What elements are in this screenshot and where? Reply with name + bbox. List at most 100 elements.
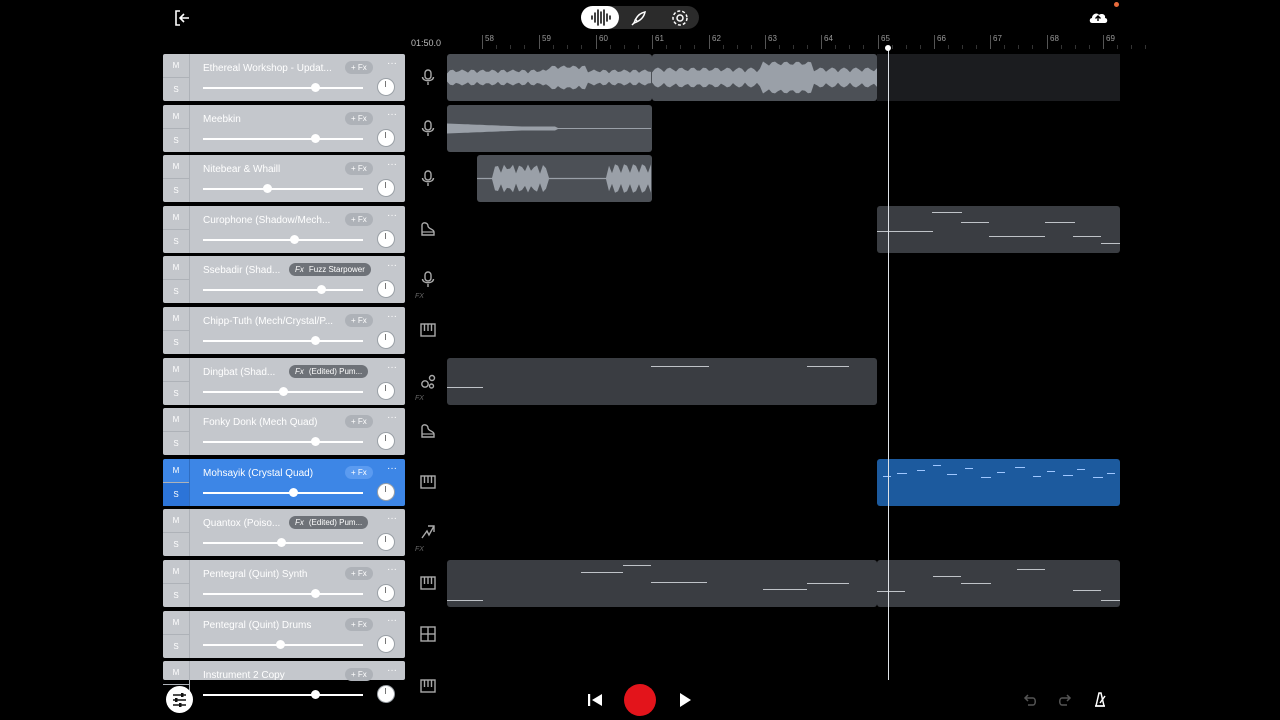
track-name[interactable]: Ethereal Workshop - Updat... (203, 63, 332, 74)
keyboard-icon[interactable] (419, 574, 437, 592)
pan-knob[interactable] (377, 584, 395, 602)
solo-button[interactable]: S (163, 584, 189, 607)
audio-clip[interactable] (447, 54, 652, 101)
track-header[interactable]: M S Curophone (Shadow/Mech... + Fx ··· (163, 206, 405, 253)
solo-button[interactable]: S (163, 635, 189, 658)
add-fx-button[interactable]: + Fx (345, 618, 373, 631)
mute-button[interactable]: M (163, 105, 189, 129)
sampler-icon[interactable] (419, 372, 437, 390)
pan-knob[interactable] (377, 635, 395, 653)
mute-button[interactable]: M (163, 611, 189, 635)
pan-knob[interactable] (377, 533, 395, 551)
track-name[interactable]: Mohsayik (Crystal Quad) (203, 468, 313, 479)
pan-knob[interactable] (377, 230, 395, 248)
pan-knob[interactable] (377, 331, 395, 349)
pan-knob[interactable] (377, 382, 395, 400)
volume-slider[interactable] (203, 340, 363, 342)
midi-clip[interactable] (877, 206, 1120, 253)
keyboard-icon[interactable] (419, 473, 437, 491)
add-fx-button[interactable]: + Fx (345, 162, 373, 175)
mic-icon[interactable] (419, 119, 437, 137)
effect-chip[interactable]: Fx (Edited) Pum... (289, 365, 369, 378)
more-options-icon[interactable]: ··· (387, 362, 397, 373)
mute-button[interactable]: M (163, 661, 189, 685)
add-fx-button[interactable]: + Fx (345, 466, 373, 479)
volume-slider-thumb[interactable] (317, 285, 326, 294)
volume-slider-thumb[interactable] (277, 538, 286, 547)
volume-slider[interactable] (203, 188, 363, 190)
more-options-icon[interactable]: ··· (387, 564, 397, 575)
piano-icon[interactable] (419, 422, 437, 440)
metronome-icon[interactable] (1091, 691, 1109, 708)
volume-slider[interactable] (203, 239, 363, 241)
solo-button[interactable]: S (163, 533, 189, 556)
track-header[interactable]: M S Ssebadir (Shad... Fx Fuzz Starpower ··· (163, 256, 405, 303)
volume-slider[interactable] (203, 87, 363, 89)
mute-button[interactable]: M (163, 459, 189, 483)
more-options-icon[interactable]: ··· (387, 412, 397, 423)
track-header[interactable]: M S Quantox (Poiso... Fx (Edited) Pum... ··· (163, 509, 405, 556)
volume-slider[interactable] (203, 138, 363, 140)
mic-icon[interactable] (419, 68, 437, 86)
keyboard-icon[interactable] (419, 321, 437, 339)
solo-button[interactable]: S (163, 483, 189, 506)
more-options-icon[interactable]: ··· (387, 260, 397, 271)
pan-knob[interactable] (377, 280, 395, 298)
more-options-icon[interactable]: ··· (387, 311, 397, 322)
more-options-icon[interactable]: ··· (387, 513, 397, 524)
mic-icon[interactable] (419, 270, 437, 288)
pan-knob[interactable] (377, 483, 395, 501)
pan-knob[interactable] (377, 432, 395, 450)
piano-icon[interactable] (419, 220, 437, 238)
track-header[interactable]: M S Chipp-Tuth (Mech/Crystal/P... + Fx ··· (163, 307, 405, 354)
solo-button[interactable]: S (163, 179, 189, 202)
skip-back-icon[interactable] (586, 692, 604, 708)
exit-icon[interactable] (172, 8, 192, 28)
midi-clip[interactable] (447, 358, 877, 405)
solo-button[interactable]: S (163, 230, 189, 253)
mute-button[interactable]: M (163, 509, 189, 533)
midi-clip[interactable] (447, 560, 877, 607)
volume-slider[interactable] (203, 289, 363, 291)
cloud-upload-icon[interactable] (1087, 8, 1109, 28)
playhead[interactable] (888, 48, 889, 680)
volume-slider-thumb[interactable] (311, 589, 320, 598)
solo-button[interactable]: S (163, 129, 189, 152)
mute-button[interactable]: M (163, 358, 189, 382)
add-fx-button[interactable]: + Fx (345, 61, 373, 74)
playhead-handle[interactable] (885, 45, 891, 51)
track-name[interactable]: Chipp-Tuth (Mech/Crystal/P... (203, 316, 333, 327)
track-name[interactable]: Dingbat (Shad... (203, 367, 275, 378)
volume-slider[interactable] (203, 694, 363, 696)
volume-slider[interactable] (203, 593, 363, 595)
solo-button[interactable]: S (163, 382, 189, 405)
add-fx-button[interactable]: + Fx (345, 415, 373, 428)
solo-button[interactable]: S (163, 432, 189, 455)
midi-clip[interactable] (877, 459, 1120, 506)
volume-slider-thumb[interactable] (263, 184, 272, 193)
mute-button[interactable]: M (163, 155, 189, 179)
keyboard-icon[interactable] (419, 677, 437, 695)
volume-slider-thumb[interactable] (311, 83, 320, 92)
track-name[interactable]: Pentegral (Quint) Synth (203, 569, 308, 580)
track-name[interactable]: Nitebear & Whaill (203, 164, 280, 175)
volume-slider-thumb[interactable] (311, 134, 320, 143)
pan-knob[interactable] (377, 685, 395, 703)
volume-slider-thumb[interactable] (279, 387, 288, 396)
mute-button[interactable]: M (163, 54, 189, 78)
track-name[interactable]: Meebkin (203, 114, 241, 125)
track-header[interactable]: M S Fonky Donk (Mech Quad) + Fx ··· (163, 408, 405, 455)
more-options-icon[interactable]: ··· (387, 210, 397, 221)
more-options-icon[interactable]: ··· (387, 159, 397, 170)
undo-icon[interactable] (1021, 692, 1039, 708)
pan-knob[interactable] (377, 179, 395, 197)
volume-slider-thumb[interactable] (276, 640, 285, 649)
track-name[interactable]: Curophone (Shadow/Mech... (203, 215, 330, 226)
record-button[interactable] (624, 684, 656, 716)
play-icon[interactable] (677, 692, 693, 708)
effect-chip[interactable]: Fx Fuzz Starpower (289, 263, 371, 276)
solo-button[interactable]: S (163, 331, 189, 354)
track-name[interactable]: Quantox (Poiso... (203, 518, 280, 529)
more-options-icon[interactable]: ··· (387, 109, 397, 120)
solo-button[interactable]: S (163, 280, 189, 303)
